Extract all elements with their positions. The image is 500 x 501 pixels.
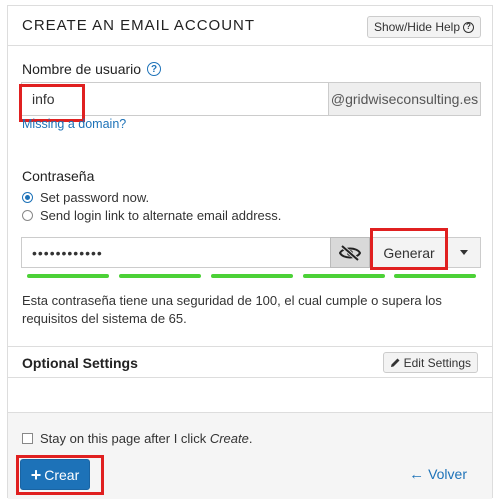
strength-segment <box>211 274 293 278</box>
optional-settings-title: Optional Settings <box>22 355 138 371</box>
create-email-card: CREATE AN EMAIL ACCOUNT Show/Hide Help ?… <box>7 5 493 499</box>
form-footer: Stay on this page after I click Create. … <box>8 412 492 499</box>
generate-password-button[interactable]: Generar <box>370 237 448 268</box>
caret-down-icon <box>460 250 468 255</box>
help-question-icon[interactable]: ? <box>147 62 162 76</box>
optional-settings-header: Optional Settings Edit Settings <box>8 346 492 378</box>
radio-label-send-link: Send login link to alternate email addre… <box>40 208 282 223</box>
password-input[interactable]: •••••••••••• <box>21 237 330 268</box>
create-button-label: Crear <box>44 466 80 483</box>
toggle-visibility-button[interactable] <box>330 237 370 268</box>
username-input[interactable]: info <box>21 82 328 116</box>
stay-on-page-label: Stay on this page after I click Create. <box>40 431 252 446</box>
strength-segment <box>27 274 109 278</box>
strength-segment <box>119 274 201 278</box>
missing-domain-link[interactable]: Missing a domain? <box>22 117 126 131</box>
radio-label-set-now: Set password now. <box>40 190 150 205</box>
edit-settings-label: Edit Settings <box>403 355 471 370</box>
question-circle-icon: ? <box>463 21 474 33</box>
username-label: Nombre de usuario <box>22 61 142 77</box>
show-hide-help-button[interactable]: Show/Hide Help ? <box>366 16 481 38</box>
back-link[interactable]: ← Volver <box>409 466 467 482</box>
stay-label-emphasis: Create <box>209 431 249 446</box>
page-title: CREATE AN EMAIL ACCOUNT <box>22 17 256 34</box>
radio-send-login-link[interactable]: Send login link to alternate email addre… <box>22 208 281 223</box>
back-link-label: Volver <box>428 466 467 482</box>
password-label: Contraseña <box>22 168 95 184</box>
radio-button-checked[interactable] <box>22 192 33 203</box>
help-button-label: Show/Hide Help <box>373 20 460 34</box>
stay-label-suffix: . <box>248 431 253 446</box>
radio-button-unchecked[interactable] <box>22 210 33 221</box>
pencil-icon <box>390 358 400 367</box>
eye-slash-icon <box>339 244 361 261</box>
password-strength-meter <box>27 274 482 278</box>
stay-on-page-option[interactable]: Stay on this page after I click Create. <box>22 431 252 446</box>
create-button[interactable]: + Crear <box>20 459 90 490</box>
generate-options-dropdown[interactable] <box>448 237 481 268</box>
radio-set-password-now[interactable]: Set password now. <box>22 190 149 205</box>
strength-message: Esta contraseña tiene una seguridad de 1… <box>22 293 442 326</box>
plus-icon: + <box>30 464 42 485</box>
strength-segment <box>303 274 385 278</box>
strength-segment <box>394 274 476 278</box>
username-label-row: Nombre de usuario ? <box>22 61 162 77</box>
card-header: CREATE AN EMAIL ACCOUNT Show/Hide Help ? <box>8 6 492 46</box>
edit-settings-button[interactable]: Edit Settings <box>382 352 478 373</box>
arrow-left-icon: ← <box>409 465 425 483</box>
stay-label-prefix: Stay on this page after I click <box>40 431 210 446</box>
stay-on-page-checkbox[interactable] <box>22 433 33 444</box>
domain-addon: @gridwiseconsulting.es <box>328 82 481 116</box>
